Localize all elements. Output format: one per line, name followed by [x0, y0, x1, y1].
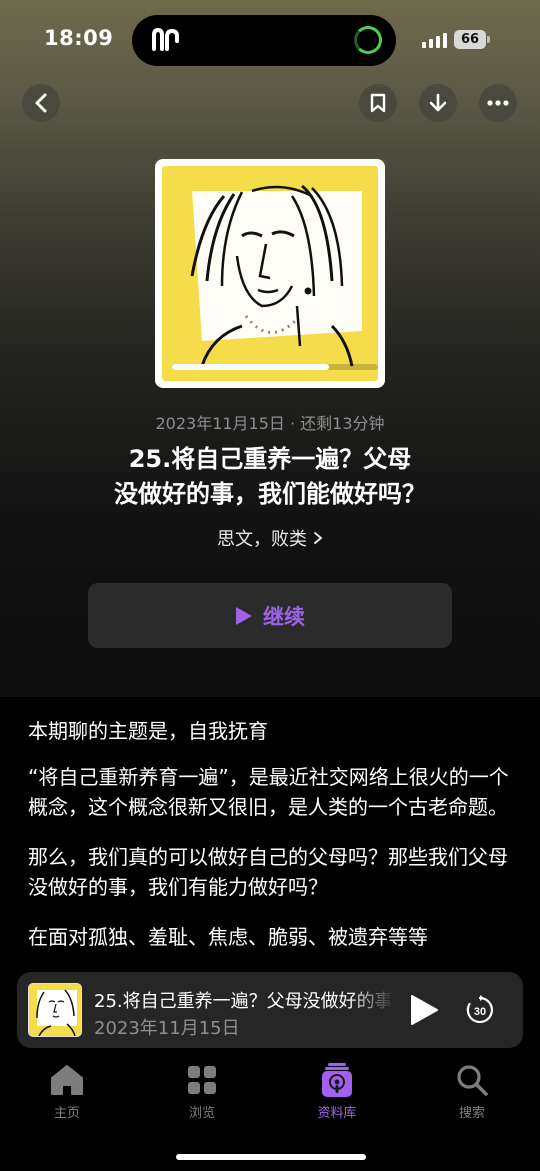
podcast-name: 思文，败类: [217, 529, 307, 550]
artwork-illustration: [162, 166, 378, 381]
status-time: 18:09: [44, 26, 114, 50]
description-paragraph: 那么，我们真的可以做好自己的父母吗？那些我们父母没做好的事，我们有能力做好吗？: [28, 845, 508, 899]
dynamic-island: [132, 15, 396, 66]
description-paragraph: 本期聊的主题是，自我抚育: [28, 719, 268, 743]
mini-player-artwork: [28, 983, 82, 1037]
airpods-icon: [152, 27, 179, 51]
home-indicator: [176, 1154, 366, 1160]
battery-icon: 66: [454, 30, 490, 49]
chevron-right-icon: [314, 532, 322, 544]
download-arrow-icon: [429, 93, 447, 112]
mini-player-date: 2023年11月15日: [94, 1018, 240, 1039]
episode-artwork: [155, 159, 385, 388]
mini-player[interactable]: 25.将自己重养一遍？父母没做好的事，我们能做好吗？ 2023年11月15日 3…: [17, 972, 523, 1048]
download-button[interactable]: [419, 84, 457, 122]
portrait-drawing: [190, 184, 362, 367]
description-paragraph: “将自己重新养育一遍”，是最近社交网络上很火的一个概念，这个概念很新又很旧，是人…: [28, 765, 509, 819]
tab-library[interactable]: 资料库: [287, 1062, 387, 1121]
tab-search-label: 搜索: [458, 1106, 485, 1121]
house-icon: [51, 1065, 83, 1095]
back-button[interactable]: [22, 84, 60, 122]
magnifier-icon: [457, 1065, 488, 1096]
tab-home[interactable]: 主页: [17, 1062, 117, 1121]
tab-bar: 主页 浏览 资料库 搜索: [0, 1062, 540, 1132]
podcast-name-link[interactable]: 思文，败类: [0, 525, 540, 551]
podcast-library-icon: [322, 1063, 352, 1097]
grid-icon: [188, 1066, 216, 1094]
skip-seconds-label: 30: [474, 1006, 486, 1018]
bookmark-icon: [370, 93, 386, 113]
mini-player-title: 25.将自己重养一遍？父母没做好的事，我们能做好吗？: [94, 991, 394, 1012]
tab-browse[interactable]: 浏览: [152, 1062, 252, 1121]
continue-play-button[interactable]: 继续: [88, 583, 452, 648]
battery-level: 66: [454, 30, 486, 49]
mini-play-button[interactable]: [409, 994, 439, 1026]
episode-title-line1: 25.将自己重养一遍？父母: [128, 445, 412, 473]
ellipsis-icon: [487, 100, 509, 106]
activity-ring-icon: [354, 26, 382, 54]
episode-title: 25.将自己重养一遍？父母 没做好的事，我们能做好吗？: [70, 442, 470, 512]
skip-forward-30-icon: 30: [466, 995, 493, 1024]
tab-browse-label: 浏览: [188, 1106, 215, 1121]
more-options-button[interactable]: [479, 84, 517, 122]
cellular-signal-icon: [422, 32, 448, 48]
episode-title-line2: 没做好的事，我们能做好吗？: [114, 480, 426, 508]
description-paragraph: 在面对孤独、羞耻、焦虑、脆弱、被遗弃等等: [28, 925, 428, 949]
episode-description: 本期聊的主题是，自我抚育 “将自己重新养育一遍”，是最近社交网络上很火的一个概念…: [28, 716, 512, 972]
episode-meta: 2023年11月15日 · 还剩13分钟: [155, 414, 385, 433]
tab-library-label: 资料库: [317, 1106, 357, 1121]
play-icon: [236, 606, 252, 625]
artwork-progress-bar: [172, 364, 378, 370]
bookmark-button[interactable]: [359, 84, 397, 122]
skip-forward-button[interactable]: 30: [465, 995, 495, 1025]
artwork-progress-fill: [172, 364, 329, 370]
chevron-left-icon: [35, 93, 47, 113]
tab-home-label: 主页: [53, 1106, 80, 1121]
continue-label: 继续: [263, 604, 305, 629]
tab-search[interactable]: 搜索: [422, 1062, 522, 1121]
